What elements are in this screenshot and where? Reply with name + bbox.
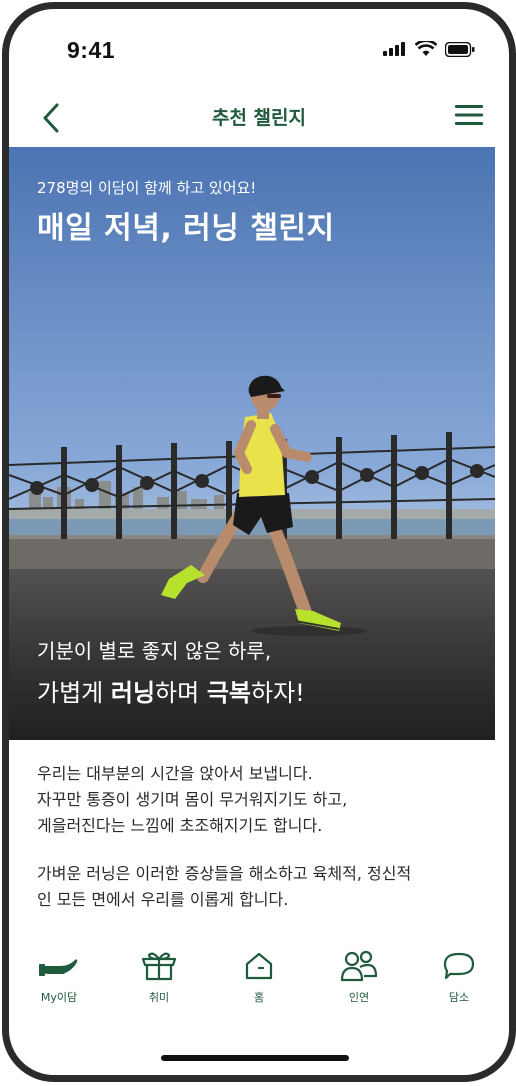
challenge-title: 매일 저녁, 러닝 챌린지: [37, 211, 335, 246]
tab-label: 인연: [348, 991, 370, 1004]
gift-box-icon: [141, 952, 177, 981]
tab-label: 홈: [253, 991, 265, 1004]
participant-count: 278명의 이담이 함께 하고 있어요!: [37, 179, 257, 197]
hero-caption-line2: 가볍게 러닝하며 극복하자!: [37, 673, 305, 708]
tab-label: My이담: [40, 991, 78, 1004]
status-bar: 9:41: [9, 9, 509, 89]
caption-bold-text: 극복: [206, 679, 252, 707]
caption-text: 가볍게: [37, 679, 111, 707]
phone-frame: 9:41 추천 챌린지 278명의 이담이 함께 하고 있어요! 매일 저녁, …: [2, 2, 516, 1082]
description-line: 게을러진다는 느낌에 초조해지기도 합니다.: [37, 816, 323, 835]
caption-bold-text: 러닝: [110, 679, 156, 707]
tab-relationship[interactable]: 인연: [309, 949, 409, 1021]
tab-label: 취미: [148, 991, 170, 1004]
caption-text: 하며: [155, 679, 207, 707]
tab-home[interactable]: 홈: [209, 949, 309, 1021]
caption-text: 하자!: [251, 679, 305, 707]
description-line: 인 모든 면에서 우리를 이롭게 합니다.: [37, 890, 289, 909]
people-icon: [340, 950, 378, 982]
tab-chat[interactable]: 담소: [409, 949, 509, 1021]
chevron-left-icon: [43, 103, 59, 133]
description-line: 자꾸만 통증이 생기며 몸이 무거워지기도 하고,: [37, 790, 348, 809]
status-time: 9:41: [67, 37, 116, 63]
wifi-icon: [415, 41, 437, 56]
menu-button[interactable]: [455, 103, 483, 129]
hero-banner: 278명의 이담이 함께 하고 있어요! 매일 저녁, 러닝 챌린지 기분이 별…: [9, 147, 509, 740]
challenge-description: 우리는 대부분의 시간을 앉아서 보냅니다. 자꾸만 통증이 생기며 몸이 무거…: [37, 761, 477, 935]
status-icons: [383, 41, 475, 57]
hamburger-icon: [455, 105, 483, 125]
signal-icon: [383, 42, 405, 56]
hero-caption-line1: 기분이 별로 좋지 않은 하루,: [37, 639, 272, 663]
chat-bubble-icon: [443, 952, 475, 980]
description-paragraph: 가벼운 러닝은 이러한 증상들을 해소하고 육체적, 정신적 인 모든 면에서 …: [37, 861, 477, 913]
nav-bar: 추천 챌린지: [9, 89, 509, 147]
description-paragraph: 우리는 대부분의 시간을 앉아서 보냅니다. 자꾸만 통증이 생기며 몸이 무거…: [37, 761, 477, 839]
battery-icon: [445, 41, 475, 57]
hand-icon: [39, 959, 78, 976]
tab-label: 담소: [448, 991, 470, 1004]
tab-my-idam[interactable]: My이담: [9, 949, 109, 1021]
home-icon: [245, 952, 273, 980]
description-line: 가벼운 러닝은 이러한 증상들을 해소하고 육체적, 정신적: [37, 864, 412, 883]
home-indicator: [161, 1055, 349, 1061]
tab-hobby[interactable]: 취미: [109, 949, 209, 1021]
back-button[interactable]: [37, 101, 67, 135]
page-title: 추천 챌린지: [211, 107, 306, 129]
description-line: 우리는 대부분의 시간을 앉아서 보냅니다.: [37, 764, 313, 783]
bottom-tab-bar: My이담 취미 홈 인연 담소: [9, 949, 509, 1021]
